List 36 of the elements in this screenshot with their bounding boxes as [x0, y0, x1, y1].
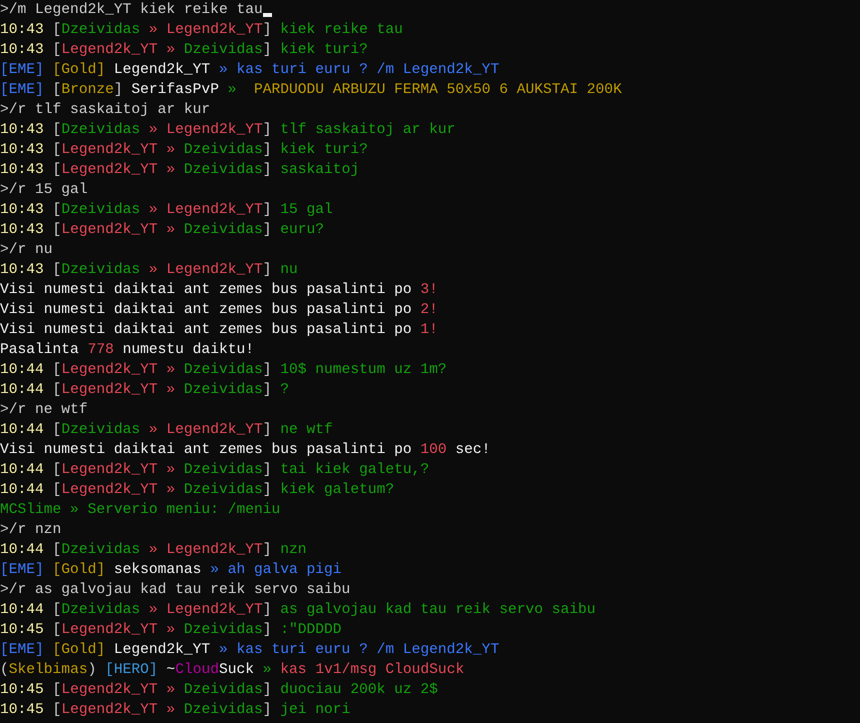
console-line: >/r nu — [0, 241, 53, 260]
console-line: 10:44 [Legend2k_YT » Dzeividas] tai kiek galetu,? — [0, 461, 430, 480]
console-line: 10:43 [Dzeividas » Legend2k_YT] 15 gal — [0, 201, 333, 220]
console-line: (Skelbimas) [HERO] ~CloudSuck » kas 1v1/msg CloudSuck — [0, 661, 464, 680]
console-line: Pasalinta 778 numestu daiktu! — [0, 341, 254, 360]
console-line: >/r nzn — [0, 521, 62, 540]
console-line: Visi numesti daiktai ant zemes bus pasalinti po 100 sec! — [0, 441, 490, 460]
console-line: 10:43 [Legend2k_YT » Dzeividas] kiek turi? — [0, 141, 368, 160]
console-line: Visi numesti daiktai ant zemes bus pasalinti po 2! — [0, 301, 438, 320]
console-line: 10:44 [Legend2k_YT » Dzeividas] ? — [0, 381, 290, 400]
console-line: 10:43 [Legend2k_YT » Dzeividas] euru? — [0, 221, 324, 240]
console-line: 10:44 [Dzeividas » Legend2k_YT] nzn — [0, 541, 307, 560]
console-line: 10:43 [Dzeividas » Legend2k_YT] kiek reike tau — [0, 21, 403, 40]
console-line: >/r 15 gal — [0, 181, 88, 200]
console-line: 10:45 [Legend2k_YT » Dzeividas] :"DDDDD — [0, 621, 342, 640]
console-line: 10:44 [Legend2k_YT » Dzeividas] kiek galetum? — [0, 481, 394, 500]
console-line: >/r tlf saskaitoj ar kur — [0, 101, 210, 120]
console-line: 10:43 [Dzeividas » Legend2k_YT] tlf saskaitoj ar kur — [0, 121, 456, 140]
console-line: [EME] [Gold] seksomanas » ah galva pigi — [0, 561, 342, 580]
console-line: 10:44 [Dzeividas » Legend2k_YT] ne wtf — [0, 421, 333, 440]
console-line: >/r as galvojau kad tau reik servo saibu — [0, 581, 350, 600]
console-line: >/m Legend2k_YT kiek reike tau — [0, 1, 263, 20]
console-line: 10:44 [Dzeividas » Legend2k_YT] as galvojau kad tau reik servo saibu — [0, 601, 596, 620]
console-line: 10:43 [Legend2k_YT » Dzeividas] saskaitoj — [0, 161, 360, 180]
console-line: [EME] [Gold] Legend2k_YT » kas turi euru ? /m Legend2k_YT — [0, 61, 500, 80]
console-line: 10:45 [Legend2k_YT » Dzeividas] duociau 200k uz 2$ — [0, 681, 438, 700]
console-line: 10:45 [Legend2k_YT » Dzeividas] jei nori — [0, 701, 350, 720]
console-line: 10:43 [Dzeividas » Legend2k_YT] nu — [0, 261, 298, 280]
console-line: [EME] [Bronze] SerifasPvP » PARDUODU ARBUZU FERMA 50x50 6 AUKSTAI 200K — [0, 81, 622, 100]
console-line: 10:43 [Legend2k_YT » Dzeividas] kiek turi? — [0, 41, 368, 60]
console-line: MCSlime » Serverio meniu: /meniu — [0, 501, 280, 520]
console-line: >/r ne wtf — [0, 401, 88, 420]
console-line: Visi numesti daiktai ant zemes bus pasalinti po 3! — [0, 281, 438, 300]
console-line: [EME] [Gold] Legend2k_YT » kas turi euru ? /m Legend2k_YT — [0, 641, 500, 660]
console-line: 10:44 [Legend2k_YT » Dzeividas] 10$ numestum uz 1m? — [0, 361, 447, 380]
console-line: Visi numesti daiktai ant zemes bus pasalinti po 1! — [0, 321, 438, 340]
